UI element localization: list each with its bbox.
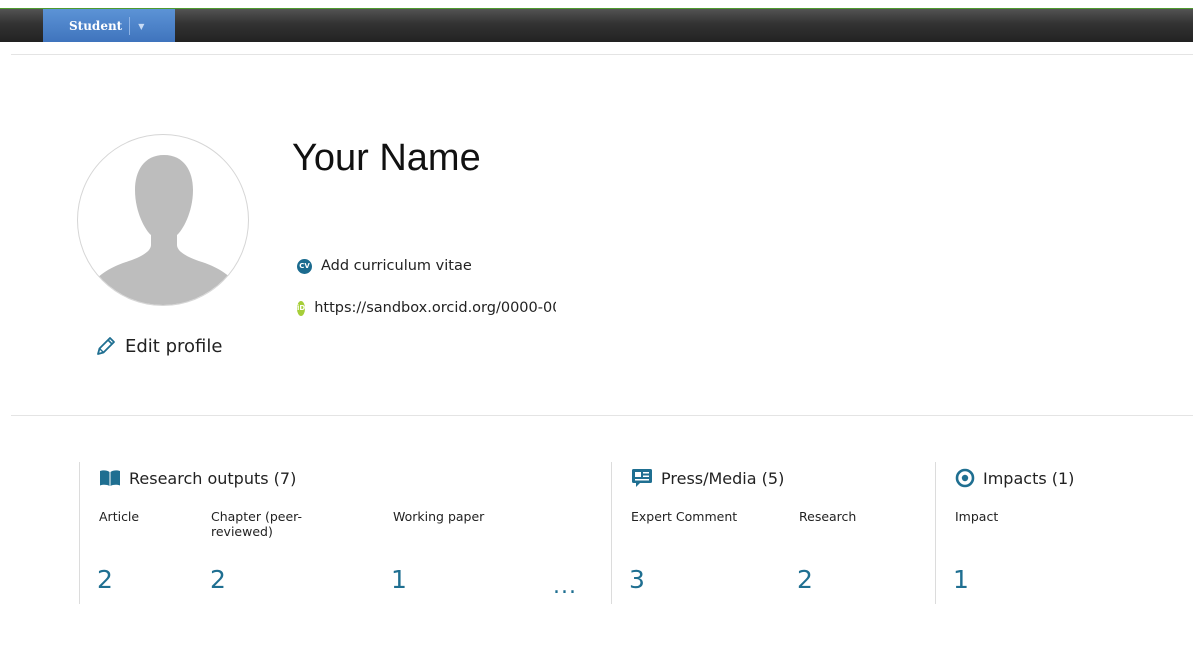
role-label: Student [69, 18, 123, 33]
book-icon [100, 470, 120, 486]
header-divider [11, 54, 1193, 55]
press-media-title: Press/Media (5) [661, 468, 785, 488]
research-outputs-title: Research outputs (7) [129, 468, 297, 488]
research-outputs-header[interactable]: Research outputs (7) [99, 466, 296, 490]
impacts-header[interactable]: Impacts (1) [955, 466, 1074, 490]
column-divider [79, 462, 80, 604]
pencil-icon [97, 337, 115, 355]
more-outputs-link[interactable]: ... [553, 574, 577, 599]
column-divider [935, 462, 936, 604]
cv-icon: CV [297, 258, 312, 274]
edit-profile-link[interactable]: Edit profile [95, 334, 222, 358]
press-media-header[interactable]: Press/Media (5) [631, 466, 784, 490]
chapter-count[interactable]: 2 [210, 565, 226, 594]
edit-profile-label: Edit profile [125, 335, 223, 357]
impact-count[interactable]: 1 [953, 565, 969, 594]
output-type-label: Working paper [393, 509, 485, 524]
section-divider [11, 415, 1193, 416]
orcid-icon: iD [297, 300, 306, 316]
add-cv-label: Add curriculum vitae [321, 258, 472, 274]
top-bar: Student ▼ [0, 8, 1193, 42]
article-count[interactable]: 2 [97, 565, 113, 594]
output-type-label: Article [99, 509, 140, 524]
top-accent-line [0, 8, 1193, 9]
profile-name: Your Name [292, 137, 481, 179]
role-switcher-button[interactable]: Student ▼ [43, 9, 175, 42]
output-type-label: Chapter (peer-reviewed) [211, 509, 302, 539]
working-paper-count[interactable]: 1 [391, 565, 407, 594]
orcid-link[interactable]: iD https://sandbox.orcid.org/0000-0002- [297, 298, 556, 318]
target-icon [955, 468, 975, 488]
orcid-url: https://sandbox.orcid.org/0000-0002- [314, 300, 556, 316]
chevron-down-icon[interactable]: ▼ [138, 21, 144, 31]
newspaper-icon [632, 469, 652, 487]
research-press-count[interactable]: 2 [797, 565, 813, 594]
press-type-label: Research [799, 509, 857, 524]
press-type-label: Expert Comment [631, 509, 738, 524]
expert-comment-count[interactable]: 3 [629, 565, 645, 594]
avatar [77, 134, 249, 306]
impacts-title: Impacts (1) [983, 468, 1075, 488]
add-cv-link[interactable]: CV Add curriculum vitae [297, 256, 472, 276]
impact-type-label: Impact [955, 509, 999, 524]
column-divider [611, 462, 612, 604]
person-silhouette-icon [92, 155, 236, 305]
role-divider [129, 16, 131, 35]
